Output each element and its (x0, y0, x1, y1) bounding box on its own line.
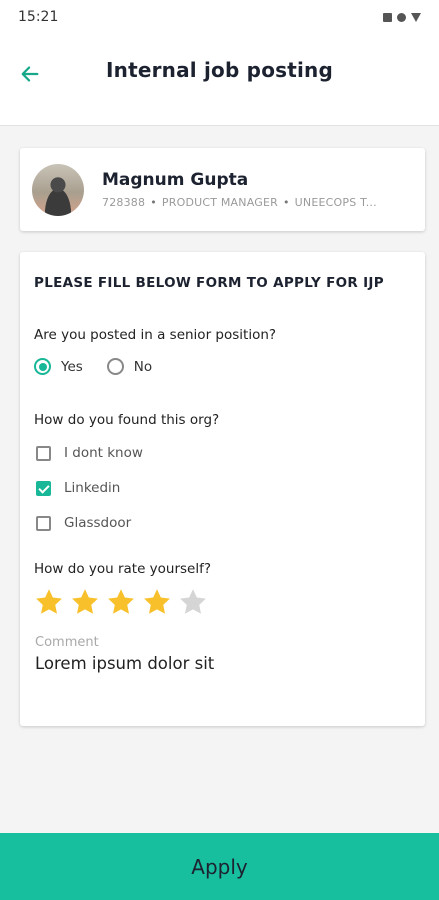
checkbox-unchecked-icon (36, 445, 51, 461)
avatar (32, 164, 84, 216)
star-icon[interactable] (70, 587, 100, 617)
checkbox-label: Glassdoor (64, 515, 132, 531)
page-title: Internal job posting (105, 58, 334, 82)
radio-yes[interactable]: Yes (34, 358, 83, 375)
checkbox-linkedin[interactable]: Linkedin (36, 480, 120, 496)
checkbox-label: Linkedin (64, 480, 121, 496)
star-icon[interactable] (106, 587, 136, 617)
checkbox-unchecked-icon (36, 515, 51, 531)
app-bar: Internal job posting (0, 34, 439, 126)
form-heading: PLEASE FILL BELOW FORM TO APPLY FOR IJP (34, 275, 384, 291)
profile-meta: 728388 • PRODUCT MANAGER • UNEECOPS T... (102, 196, 377, 209)
apply-button[interactable]: Apply (0, 833, 439, 900)
checkbox-i-dont-know[interactable]: I dont know (36, 445, 143, 461)
status-bar: 15:21 (0, 0, 439, 34)
star-icon[interactable] (34, 587, 64, 617)
employee-role: PRODUCT MANAGER (161, 196, 278, 209)
question-senior-position: Are you posted in a senior position? (34, 327, 277, 343)
star-icon[interactable] (142, 587, 172, 617)
record-icon (397, 12, 406, 22)
question-found-org: How do you found this org? (34, 412, 220, 428)
star-rating (34, 587, 208, 617)
employee-id: 728388 (102, 196, 146, 209)
star-icon[interactable] (178, 587, 208, 617)
comment-field[interactable]: Lorem ipsum dolor sit (35, 654, 214, 673)
radio-label: No (133, 358, 153, 375)
senior-position-radio-group: Yes No (34, 358, 176, 375)
application-form: PLEASE FILL BELOW FORM TO APPLY FOR IJP … (20, 252, 425, 726)
employee-company: UNEECOPS T... (294, 196, 377, 209)
radio-no[interactable]: No (106, 358, 153, 375)
radio-label: Yes (61, 358, 83, 375)
checkbox-glassdoor[interactable]: Glassdoor (36, 515, 131, 531)
notification-icon (383, 12, 392, 22)
checkbox-label: I dont know (64, 445, 143, 461)
comment-label: Comment (35, 635, 99, 650)
status-time: 15:21 (18, 9, 59, 25)
radio-selected-icon (34, 358, 51, 375)
profile-card: Magnum Gupta 728388 • PRODUCT MANAGER • UNEE… (20, 148, 425, 231)
status-icons (383, 12, 421, 22)
profile-name: Magnum Gupta (102, 170, 249, 190)
radio-unselected-icon (106, 358, 124, 375)
question-rate-yourself: How do you rate yourself? (34, 561, 212, 577)
checkbox-checked-icon (36, 480, 51, 496)
signal-icon (411, 12, 421, 22)
